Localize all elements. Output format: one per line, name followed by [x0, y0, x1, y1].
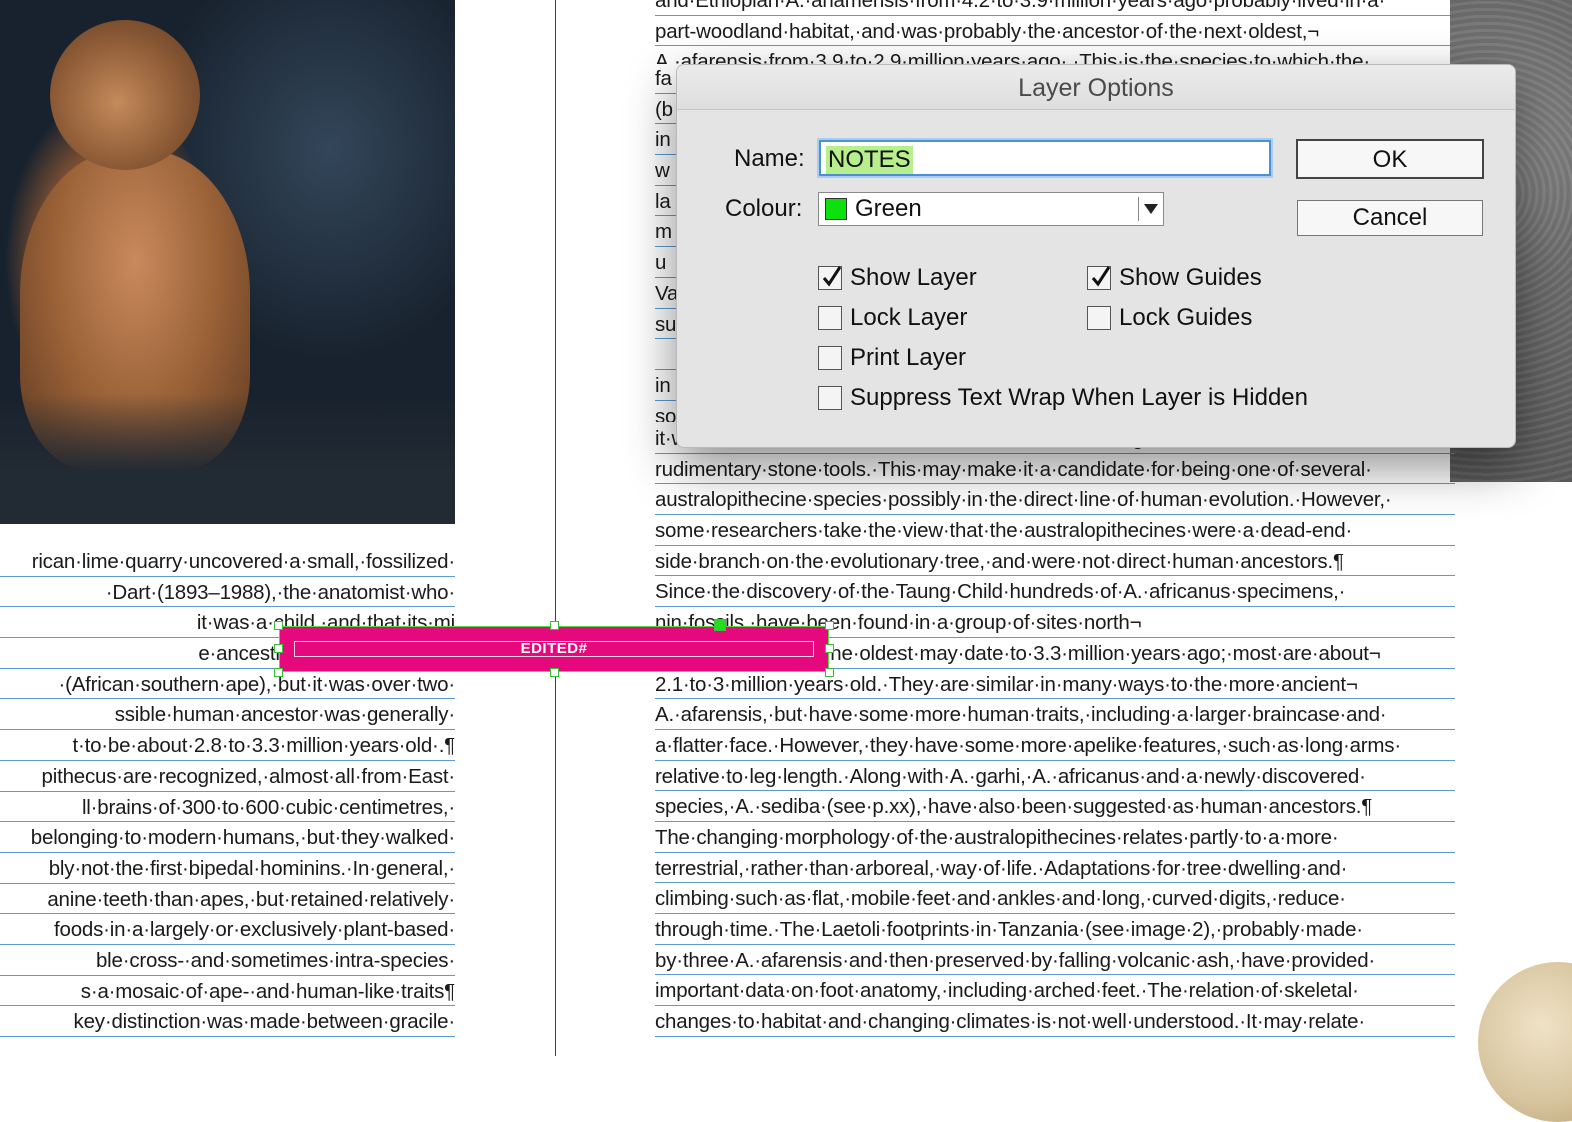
text-line: australopithecine·species·possibly·in·th…: [655, 485, 1455, 516]
frame-handle-top-middle[interactable]: [550, 621, 559, 630]
lock-layer-label: Lock Layer: [850, 304, 968, 331]
text-line: species,·A.·sediba·(see·p.xx),·have·also…: [655, 792, 1455, 823]
frame-handle-middle-left[interactable]: [274, 644, 283, 653]
text-line: s·a·mosaic·of·ape-·and·human-like·traits…: [0, 977, 455, 1008]
name-input-value: NOTES: [826, 146, 913, 174]
photo-ground: [0, 394, 455, 524]
right-column-text[interactable]: it·was·found·in·association·with·animal·…: [655, 424, 1455, 1056]
checkmark-icon: [1091, 266, 1111, 287]
text-line: rican·lime·quarry·uncovered·a·small,·fos…: [0, 547, 455, 578]
text-line: and·Ethiopian·A.·anamensis·from·4.2·to·3…: [655, 0, 1450, 17]
text-line: belonging·to·modern·humans,·but·they·wal…: [0, 823, 455, 854]
colour-select[interactable]: Green: [818, 192, 1164, 226]
text-line: through·time.·The·Laetoli·footprints·in·…: [655, 915, 1455, 946]
text-line: relative·to·leg·length.·Along·with·A.·ga…: [655, 762, 1455, 793]
chevron-down-icon[interactable]: [1144, 204, 1158, 214]
show-layer-checkbox[interactable]: [818, 266, 842, 290]
text-line: foods·in·a·largely·or·exclusively·plant-…: [0, 915, 455, 946]
text-line: bly·not·the·first·bipedal·hominins.·In·g…: [0, 854, 455, 885]
lock-layer-checkbox[interactable]: [818, 306, 842, 330]
right-column-top-text[interactable]: and·Ethiopian·A.·anamensis·from·4.2·to·3…: [655, 0, 1450, 64]
left-column-text[interactable]: rican·lime·quarry·uncovered·a·small,·fos…: [0, 547, 455, 1056]
print-layer-checkbox[interactable]: [818, 346, 842, 370]
text-line: climbing·such·as·flat,·mobile·feet·and·a…: [655, 884, 1455, 915]
name-input[interactable]: NOTES: [819, 140, 1271, 176]
text-line: anine·teeth·than·apes,·but·retained·rela…: [0, 885, 455, 916]
frame-handle-top-left[interactable]: [274, 621, 283, 630]
text-line: part-woodland·habitat,·and·was·probably·…: [655, 17, 1450, 48]
lock-guides-checkbox[interactable]: [1087, 306, 1111, 330]
text-line: terrestrial,·rather·than·arboreal,·way·o…: [655, 854, 1455, 885]
colour-label: Colour:: [725, 195, 803, 222]
print-layer-label: Print Layer: [850, 344, 967, 371]
edited-label: EDITED#: [520, 640, 588, 657]
dialog-title: Layer Options: [677, 65, 1515, 110]
text-line: important·data·on·foot·anatomy,·includin…: [655, 976, 1455, 1007]
text-line: pithecus·are·recognized,·almost·all·from…: [0, 762, 455, 793]
text-line: Since·the·discovery·of·the·Taung·Child·h…: [655, 577, 1455, 608]
text-line: ssible·human·ancestor·was·generally·: [0, 700, 455, 731]
text-line: rudimentary·stone·tools.·This·may·make·i…: [655, 455, 1455, 486]
frame-handle-bottom-right[interactable]: [825, 668, 834, 677]
text-line: A.·afarensis,·but·have·some·more·human·t…: [655, 700, 1455, 731]
frame-content-grabber[interactable]: [714, 619, 726, 631]
text-line: a·flatter·face.·However,·they·have·some·…: [655, 731, 1455, 762]
name-label: Name:: [734, 145, 805, 172]
ok-button[interactable]: OK: [1296, 139, 1484, 179]
text-line: changes·to·habitat·and·changing·climates…: [655, 1007, 1455, 1038]
text-line: ll·brains·of·300·to·600·cubic·centimetre…: [0, 793, 455, 824]
suppress-text-wrap-checkbox[interactable]: [818, 386, 842, 410]
text-line: ·Dart·(1893–1988),·the·anatomist·who·: [0, 578, 455, 609]
column-gutter-line: [555, 0, 556, 1056]
checkmark-icon: [822, 266, 842, 287]
text-line: The·changing·morphology·of·the·australop…: [655, 823, 1455, 854]
show-layer-label: Show Layer: [850, 264, 977, 291]
show-guides-checkbox[interactable]: [1087, 266, 1111, 290]
text-line: side·branch·on·the·evolutionary·tree,·an…: [655, 547, 1455, 578]
text-line: some·researchers·take·the·view·that·the·…: [655, 516, 1455, 547]
photo-figure-head: [50, 20, 200, 170]
text-line: 2.1·to·3·million·years·old.·They·are·sim…: [655, 670, 1455, 701]
colour-value: Green: [855, 195, 922, 222]
select-divider: [1138, 197, 1139, 221]
colour-swatch: [825, 198, 847, 220]
frame-handle-top-right[interactable]: [825, 621, 834, 630]
lock-guides-label: Lock Guides: [1119, 304, 1253, 331]
edited-note-frame[interactable]: EDITED#: [279, 626, 829, 672]
show-guides-label: Show Guides: [1119, 264, 1262, 291]
text-line: t·to·be·about·2.8·to·3.3·million·years·o…: [0, 731, 455, 762]
cancel-button[interactable]: Cancel: [1297, 200, 1483, 236]
text-line: by·three·A.·afarensis·and·then·preserved…: [655, 946, 1455, 977]
text-line: A.·afarensis·from·3.9·to·2.9·million·yea…: [655, 47, 1450, 64]
text-line: key·distinction·was·made·between·gracile…: [0, 1007, 455, 1038]
hominin-photo[interactable]: [0, 0, 455, 524]
stone-tool-photo[interactable]: [1478, 962, 1572, 1122]
layer-options-dialog: Layer Options Name: NOTES Colour: Green …: [676, 64, 1516, 448]
text-line: ·(African·southern·ape),·but·it·was·over…: [0, 670, 455, 701]
suppress-text-wrap-label: Suppress Text Wrap When Layer is Hidden: [850, 384, 1309, 411]
frame-handle-bottom-middle[interactable]: [550, 668, 559, 677]
frame-handle-middle-right[interactable]: [825, 644, 834, 653]
text-line: ble·cross-·and·sometimes·intra-species·: [0, 946, 455, 977]
frame-handle-bottom-left[interactable]: [274, 668, 283, 677]
